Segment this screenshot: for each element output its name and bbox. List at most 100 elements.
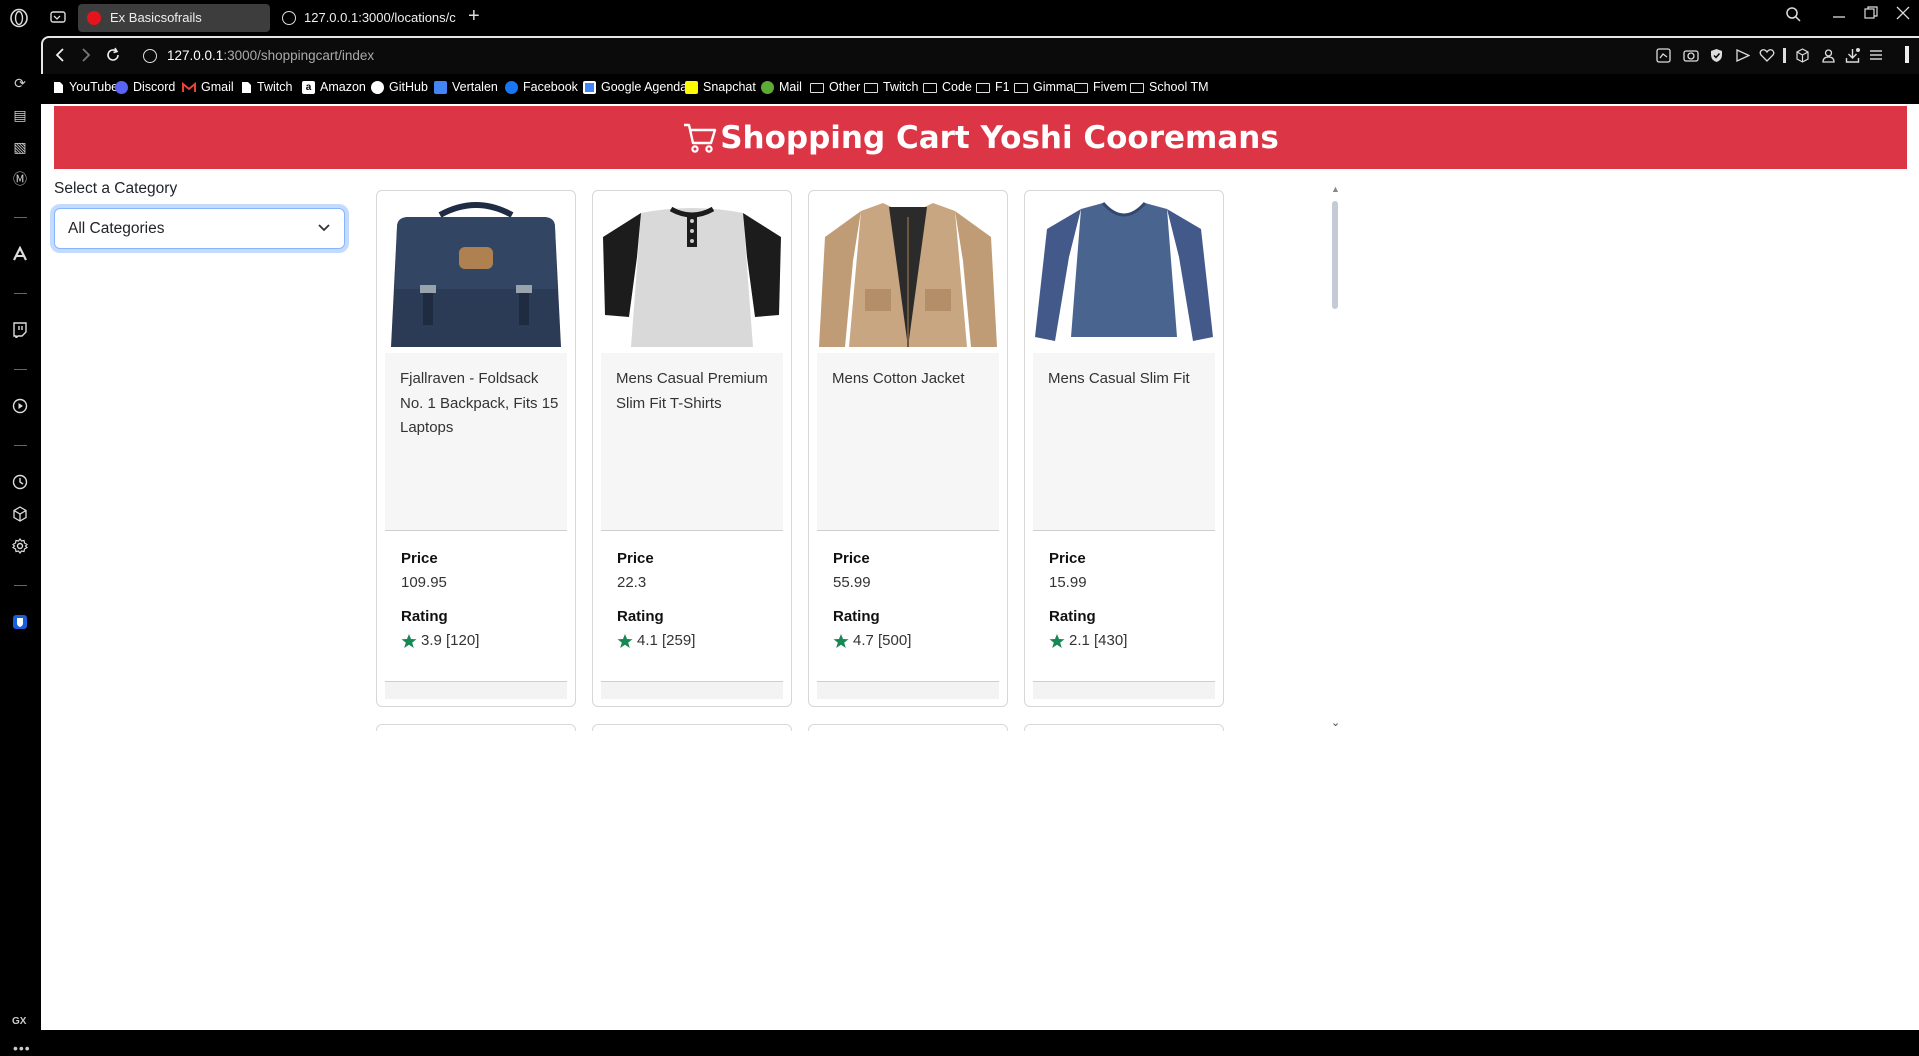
reload-icon[interactable]: [105, 47, 121, 68]
github-icon: [371, 80, 384, 94]
bookmark-vertalen[interactable]: Vertalen: [434, 80, 498, 94]
profile-icon[interactable]: [1821, 48, 1836, 66]
product-info: Price 15.99 Rating 2.1 [430]: [1049, 547, 1209, 653]
bookmark-mail[interactable]: Mail: [761, 80, 802, 94]
price-label: Price: [617, 550, 654, 567]
product-info: Price 109.95 Rating 3.9 [120]: [401, 547, 561, 653]
minimize-icon[interactable]: [1832, 6, 1846, 24]
extensions-cube-icon[interactable]: [11, 506, 29, 524]
product-image: [385, 197, 567, 353]
star-icon: [401, 634, 417, 648]
gamepad-icon[interactable]: [48, 8, 68, 28]
opera-logo-icon[interactable]: [9, 8, 29, 28]
bookmark-label: Discord: [133, 80, 176, 94]
back-arrow-icon[interactable]: [53, 47, 67, 68]
scroll-down-icon[interactable]: ⌄: [1331, 716, 1340, 729]
product-card-partial[interactable]: [376, 724, 576, 731]
category-select[interactable]: All Categories: [54, 208, 345, 249]
refresh-feed-icon[interactable]: ⟳: [11, 74, 29, 92]
rating-row: 3.9 [120]: [401, 629, 561, 653]
bookmark-github[interactable]: GitHub: [371, 80, 428, 94]
rating-value: 3.9 [120]: [421, 632, 480, 649]
extensions-icon[interactable]: [1795, 48, 1810, 66]
twitch-icon[interactable]: [11, 322, 29, 340]
send-icon[interactable]: [1735, 48, 1751, 66]
jacket-image: [817, 197, 999, 353]
close-icon[interactable]: [1896, 6, 1910, 24]
heart-icon[interactable]: [1759, 48, 1775, 66]
bookmark-folder-f1[interactable]: F1: [976, 80, 1010, 94]
wallpaper-icon[interactable]: ▧: [11, 138, 29, 156]
easy-files-icon[interactable]: [1656, 48, 1671, 66]
shield-icon[interactable]: [1709, 48, 1724, 66]
bookmark-snapchat[interactable]: Snapchat: [685, 80, 756, 94]
rating-value: 2.1 [430]: [1069, 632, 1128, 649]
bookmark-youtube[interactable]: YouTube: [53, 80, 118, 94]
bookmark-twitch[interactable]: Twitch: [241, 80, 292, 94]
settings-gear-icon[interactable]: [11, 538, 29, 556]
product-card[interactable]: Mens Casual Slim Fit Price 15.99 Rating …: [1024, 190, 1224, 707]
star-icon: [617, 634, 633, 648]
search-icon[interactable]: [1785, 6, 1801, 26]
bookmark-gmail[interactable]: Gmail: [182, 80, 234, 94]
card-footer: [385, 681, 567, 699]
more-options-icon[interactable]: •••: [13, 1040, 31, 1056]
bookmark-label: Other: [829, 80, 861, 94]
bookmark-facebook[interactable]: Facebook: [505, 80, 578, 94]
forward-arrow-icon[interactable]: [79, 47, 93, 68]
restore-icon[interactable]: [1864, 6, 1878, 24]
product-title-area: Mens Casual Slim Fit: [1033, 353, 1215, 531]
bookmark-folder-gimma[interactable]: Gimma: [1014, 80, 1073, 94]
bookmark-folder-other[interactable]: Other: [810, 80, 860, 94]
bookmark-label: F1: [995, 80, 1010, 94]
tab-bar: Ex Basicsofrails 127.0.0.1:3000/location…: [0, 0, 1919, 36]
bookmark-discord[interactable]: Discord: [115, 80, 175, 94]
product-card[interactable]: Mens Cotton Jacket Price 55.99 Rating 4.…: [808, 190, 1008, 707]
mastodon-icon[interactable]: Ⓜ: [11, 170, 29, 188]
product-card-partial[interactable]: [1024, 724, 1224, 731]
camera-icon[interactable]: [1683, 48, 1699, 66]
url-path: :3000/shoppingcart/index: [223, 48, 375, 63]
product-title-area: Fjallraven - Foldsack No. 1 Backpack, Fi…: [385, 353, 567, 531]
facebook-icon: [505, 80, 518, 94]
sidebar-divider: [14, 369, 27, 370]
bookmark-folder-school-tm[interactable]: School TM: [1130, 80, 1209, 94]
new-tab-icon[interactable]: +: [468, 6, 480, 26]
rating-value: 4.7 [500]: [853, 632, 912, 649]
tab-active[interactable]: Ex Basicsofrails: [78, 4, 270, 32]
gx-corner-label[interactable]: GX: [12, 1016, 26, 1027]
bitwarden-icon[interactable]: [11, 614, 29, 632]
globe-icon: [282, 11, 296, 25]
bookmark-folder-fivem[interactable]: Fivem: [1074, 80, 1127, 94]
menu-icon[interactable]: [1869, 48, 1883, 65]
bookmark-folder-twitch[interactable]: Twitch: [864, 80, 918, 94]
product-card[interactable]: Fjallraven - Foldsack No. 1 Backpack, Fi…: [376, 190, 576, 707]
raglan-shirt-image: [601, 197, 783, 353]
bookmark-label: Twitch: [883, 80, 919, 94]
arc-icon[interactable]: [11, 245, 29, 264]
bookmarks-bar: YouTube Discord Gmail Twitch a Amazon Git…: [41, 74, 1919, 104]
bookmark-google-agenda[interactable]: Google Agenda: [583, 80, 687, 94]
category-selected-value: All Categories: [68, 220, 165, 237]
bookmark-folder-code[interactable]: Code: [923, 80, 972, 94]
product-card-partial[interactable]: [808, 724, 1008, 731]
scroll-thumb[interactable]: [1332, 201, 1338, 309]
sidebar-toggle[interactable]: [1905, 46, 1909, 63]
tab-localhost[interactable]: 127.0.0.1:3000/locations/c: [280, 4, 460, 32]
url-field[interactable]: 127.0.0.1:3000/shoppingcart/index: [167, 48, 374, 63]
player-icon[interactable]: [11, 398, 29, 416]
folder-icon: [976, 82, 990, 93]
address-bar: 127.0.0.1:3000/shoppingcart/index: [41, 36, 1919, 74]
url-host: 127.0.0.1: [167, 48, 224, 63]
product-card-partial[interactable]: [592, 724, 792, 731]
site-info-icon[interactable]: [143, 49, 157, 63]
product-card[interactable]: Mens Casual Premium Slim Fit T-Shirts Pr…: [592, 190, 792, 707]
history-icon[interactable]: [11, 474, 29, 492]
product-scrollbar[interactable]: ▲ ⌄: [1331, 184, 1340, 731]
scroll-up-icon[interactable]: ▲: [1331, 184, 1340, 194]
download-icon[interactable]: [1845, 48, 1860, 67]
shopping-bag-icon[interactable]: ▤: [11, 106, 29, 124]
bookmark-amazon[interactable]: a Amazon: [302, 80, 366, 94]
product-info: Price 22.3 Rating 4.1 [259]: [617, 547, 777, 653]
rating-value: 4.1 [259]: [637, 632, 696, 649]
